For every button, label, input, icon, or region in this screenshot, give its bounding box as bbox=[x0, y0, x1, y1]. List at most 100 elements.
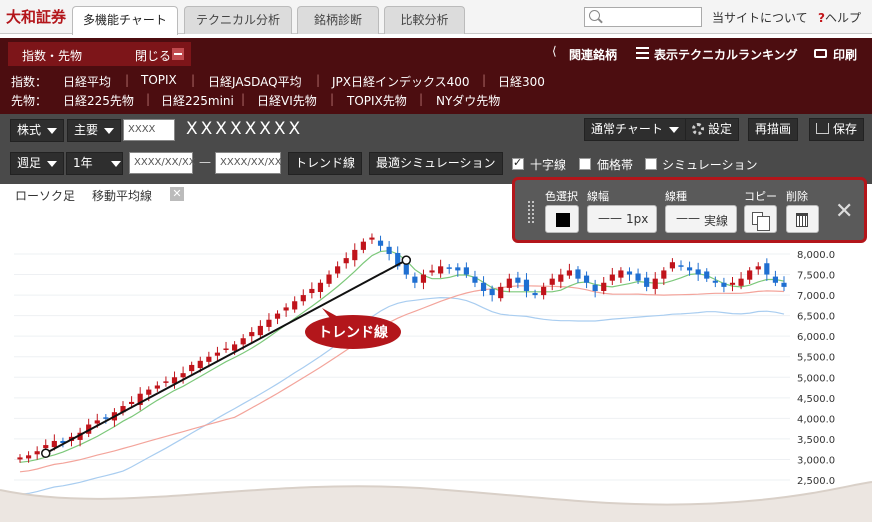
futures-link[interactable]: 日経225先物 bbox=[63, 92, 134, 109]
chart-type-value: 通常チャート bbox=[591, 122, 663, 136]
index-panel: 指数・先物 閉じる 関連銘柄 表示テクニカルランキング 印刷 指数： 日経平均 … bbox=[0, 38, 872, 114]
tab-multi-chart[interactable]: 多機能チャート bbox=[72, 6, 178, 35]
trendline-style-popup: 色選択 線幅 —— 1px 線種 —— 実線 コピー 削除 ✕ bbox=[512, 177, 867, 243]
index-link[interactable]: 日経300 bbox=[498, 73, 545, 90]
candle-body bbox=[549, 278, 555, 285]
price-band-label: 価格帯 bbox=[597, 158, 634, 172]
line-icon: —— bbox=[598, 211, 622, 225]
gear-icon bbox=[692, 123, 704, 135]
candle-body bbox=[214, 352, 221, 356]
optimize-simulation-button[interactable]: 最適シミュレーション bbox=[369, 152, 503, 175]
candle-body bbox=[558, 274, 564, 282]
candle-body bbox=[764, 263, 770, 275]
candle-body bbox=[352, 249, 358, 261]
type-select[interactable]: 主要 bbox=[67, 119, 122, 142]
settings-label: 設定 bbox=[708, 122, 733, 136]
candle-body bbox=[189, 364, 195, 372]
date-from-input[interactable]: XXXX/XX/XX bbox=[129, 152, 196, 174]
candle-body bbox=[609, 274, 615, 281]
period-select[interactable]: 1年 bbox=[66, 152, 123, 175]
related-link[interactable]: 関連銘柄 bbox=[569, 46, 617, 63]
save-button[interactable]: 保存 bbox=[809, 118, 865, 141]
divider: | bbox=[241, 92, 246, 106]
y-tick-label: 6,000.0 bbox=[797, 332, 835, 343]
period-unit-select[interactable]: 週足 bbox=[10, 152, 65, 175]
trendline-button[interactable]: トレンド線 bbox=[288, 152, 363, 175]
candle-body bbox=[283, 307, 289, 311]
candle-body bbox=[232, 344, 238, 351]
divider: | bbox=[125, 73, 130, 87]
y-tick-label: 5,000.0 bbox=[797, 373, 835, 384]
candle-body bbox=[300, 295, 306, 302]
panel-title: 指数・先物 bbox=[22, 49, 83, 63]
type-select-value: 主要 bbox=[74, 123, 99, 137]
index-link[interactable]: 日経平均 bbox=[63, 73, 111, 90]
print-link[interactable]: 印刷 bbox=[833, 46, 857, 63]
candle-body bbox=[429, 270, 435, 273]
trash-icon bbox=[796, 213, 808, 227]
candle-body bbox=[532, 293, 538, 296]
save-label: 保存 bbox=[833, 122, 858, 136]
y-tick-label: 8,000.0 bbox=[797, 250, 835, 261]
simulation-checkbox[interactable] bbox=[645, 158, 657, 170]
candle-body bbox=[343, 258, 349, 264]
about-link[interactable]: 当サイトについて bbox=[712, 9, 808, 26]
ranking-link[interactable]: 表示テクニカルランキング bbox=[654, 46, 798, 63]
redraw-button[interactable]: 再描画 bbox=[748, 118, 799, 141]
chevron-down-icon bbox=[668, 126, 679, 133]
candle-body bbox=[129, 401, 135, 404]
style-value: 実線 bbox=[704, 214, 729, 228]
crosshair-checkbox[interactable] bbox=[512, 156, 524, 170]
color-picker[interactable] bbox=[545, 205, 579, 233]
chart-type-select[interactable]: 通常チャート bbox=[584, 118, 686, 141]
panel-close-link[interactable]: 閉じる bbox=[135, 47, 171, 64]
futures-link[interactable]: NYダウ先物 bbox=[436, 92, 500, 109]
color-label: 色選択 bbox=[545, 190, 578, 203]
settings-button[interactable]: 設定 bbox=[685, 118, 740, 141]
drag-handle-icon[interactable] bbox=[527, 200, 535, 224]
minus-icon[interactable] bbox=[172, 48, 184, 60]
code-input[interactable]: XXXX bbox=[123, 119, 175, 141]
help-link[interactable]: ?ヘルプ bbox=[818, 9, 861, 26]
width-select[interactable]: —— 1px bbox=[587, 205, 657, 233]
trend-start-handle bbox=[41, 448, 51, 459]
candle-body bbox=[644, 277, 650, 287]
close-icon[interactable]: ✕ bbox=[835, 201, 853, 223]
y-tick-label: 3,000.0 bbox=[797, 455, 835, 466]
candle-body bbox=[480, 282, 487, 291]
index-link[interactable]: JPX日経インデックス400 bbox=[332, 73, 470, 90]
divider: | bbox=[146, 92, 151, 106]
candle-body bbox=[498, 286, 504, 299]
futures-link[interactable]: 日経225mini bbox=[161, 92, 234, 109]
delete-button[interactable] bbox=[786, 205, 819, 233]
candle-body bbox=[369, 237, 375, 240]
index-row-label: 指数： bbox=[11, 75, 48, 89]
index-link[interactable]: TOPIX bbox=[141, 73, 177, 87]
candle-body bbox=[197, 360, 203, 369]
candle-body bbox=[601, 282, 607, 291]
y-tick-label: 4,500.0 bbox=[797, 394, 835, 405]
copy-button[interactable] bbox=[744, 205, 777, 233]
candle-body bbox=[146, 389, 152, 395]
candle-body bbox=[566, 270, 572, 276]
divider: | bbox=[191, 73, 196, 87]
candle-body bbox=[420, 274, 427, 283]
style-select[interactable]: —— 実線 bbox=[665, 205, 737, 233]
save-icon bbox=[816, 123, 829, 134]
index-link[interactable]: 日経JASDAQ平均 bbox=[208, 73, 302, 90]
price-band-checkbox[interactable] bbox=[579, 158, 591, 170]
simulation-label: シミュレーション bbox=[662, 158, 758, 172]
tab-technical[interactable]: テクニカル分析 bbox=[184, 6, 292, 34]
futures-link[interactable]: 日経VI先物 bbox=[257, 92, 317, 109]
brand-logo[interactable]: 大和証券 bbox=[6, 6, 66, 27]
help-icon: ? bbox=[818, 11, 825, 25]
candle-body bbox=[583, 275, 590, 283]
futures-link[interactable]: TOPIX先物 bbox=[347, 92, 407, 109]
tab-compare[interactable]: 比較分析 bbox=[384, 6, 465, 34]
candle-body bbox=[506, 278, 512, 288]
search-input[interactable] bbox=[584, 7, 702, 27]
date-to-input[interactable]: XXXX/XX/XX bbox=[215, 152, 282, 174]
candle-body bbox=[652, 278, 658, 289]
market-select[interactable]: 株式 bbox=[10, 119, 65, 142]
tab-diagnosis[interactable]: 銘柄診断 bbox=[297, 6, 379, 34]
